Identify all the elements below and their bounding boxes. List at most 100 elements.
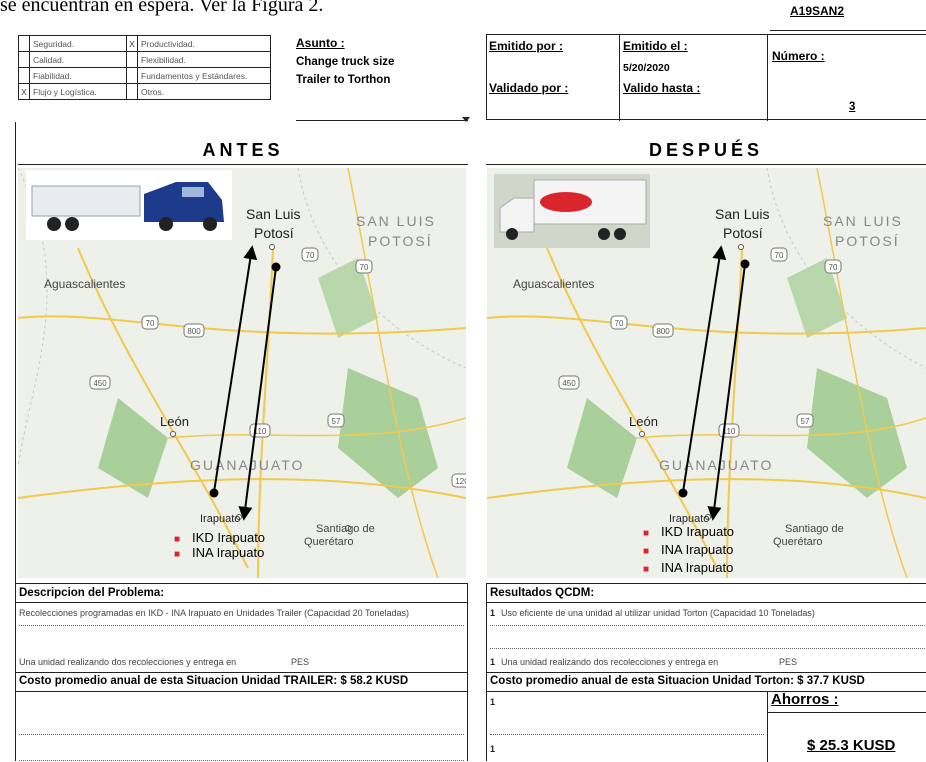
- shield-number: 70: [360, 263, 369, 272]
- highway-shield: 450: [558, 375, 580, 390]
- route-origin-dot: [740, 259, 750, 269]
- highway-shield: 800: [183, 323, 205, 338]
- issuer-block: Emitido por : Emitido el : 5/20/2020 Val…: [486, 34, 926, 121]
- state-label: GUANAJUATO: [190, 457, 304, 473]
- shield-number: 70: [146, 319, 155, 328]
- category-label: Seguridad.: [29, 35, 127, 52]
- despues-map: 70 70 70 800 450 110 57 San Luis Potosí …: [487, 168, 926, 578]
- divider: [487, 602, 926, 603]
- category-mark: X: [18, 83, 30, 100]
- highway-shield: 70: [355, 259, 373, 274]
- category-table: Seguridad. X Productividad. Calidad. Fle…: [18, 35, 271, 100]
- truck-wheel: [47, 217, 61, 231]
- highway-shield: 57: [796, 413, 814, 428]
- state-label: SAN LUIS: [823, 213, 903, 229]
- highway-shield: 70: [141, 315, 159, 330]
- highway-shield: 70: [824, 259, 842, 274]
- legend-label: INA Irapuato: [661, 560, 734, 575]
- savings-divider: [767, 691, 768, 762]
- shield-number: 120: [455, 477, 466, 486]
- truck-wheel: [203, 217, 217, 231]
- city-label: Irapuato: [200, 513, 240, 525]
- result-number: 1: [490, 608, 496, 618]
- highway-shield: 450: [89, 375, 111, 390]
- antes-title: ANTES: [202, 140, 284, 160]
- category-row: Calidad. Flexibilidad.: [18, 51, 271, 68]
- category-mark: [126, 67, 138, 84]
- problem-label: Descripcion del Problema:: [19, 587, 165, 599]
- truck-window: [182, 187, 204, 197]
- truck-wheel: [65, 217, 79, 231]
- city-marker: [639, 431, 645, 437]
- city-label: San Luis: [246, 206, 300, 222]
- route-origin-dot: [678, 488, 688, 498]
- category-label: Calidad.: [29, 51, 127, 68]
- divider: [16, 691, 467, 692]
- trailer-truck-svg: [31, 182, 224, 231]
- results-cost: Costo promedio anual de esta Situacion U…: [490, 675, 865, 687]
- divider: [16, 672, 467, 673]
- city-label: Potosí: [723, 225, 763, 241]
- torton-truck-image: [494, 174, 650, 248]
- problem-line: Recolecciones programadas en IKD - INA I…: [19, 608, 410, 618]
- code-underline: [770, 30, 926, 31]
- legend-label: IKD Irapuato: [192, 530, 266, 545]
- highway-shield: 70: [610, 315, 628, 330]
- truck-wheel: [598, 228, 610, 240]
- city-marker: [738, 244, 744, 250]
- shield-number: 450: [562, 379, 576, 388]
- divider: [487, 691, 926, 692]
- category-mark: [18, 51, 30, 68]
- route-arrow: [213, 245, 258, 493]
- result-line: Uso eficiente de una unidad al utilizar …: [501, 608, 815, 618]
- category-mark: X: [126, 35, 138, 52]
- city-label: Querétaro: [304, 536, 354, 548]
- state-label: SAN LUIS: [356, 213, 436, 229]
- category-label: Flujo y Logística.: [29, 83, 127, 100]
- dotted-line: [19, 625, 464, 626]
- result-number: 1: [490, 657, 496, 667]
- dotted-line: [19, 734, 464, 735]
- asunto-block: Asunto : Change truck size Trailer to To…: [296, 34, 468, 121]
- highway-shield: 57: [327, 413, 345, 428]
- highway-shield: 70: [301, 247, 319, 262]
- divider: [16, 602, 467, 603]
- city-marker: [170, 431, 176, 437]
- legend-label: INA Irapuato: [192, 545, 265, 560]
- results-section: Resultados QCDM: 1 Uso eficiente de una …: [486, 583, 926, 762]
- shield-number: 57: [801, 417, 810, 426]
- state-label: POTOSÍ: [835, 233, 900, 249]
- highway-shield: 70: [770, 247, 788, 262]
- savings-label: Ahorros :: [771, 691, 839, 708]
- bullet-icon: ■: [174, 549, 181, 560]
- legend-item: ■ IKD Irapuato: [174, 530, 265, 545]
- problem-line: Una unidad realizando dos recolecciones …: [19, 657, 237, 667]
- asunto-label: Asunto :: [296, 36, 345, 50]
- shield-number: 57: [332, 417, 341, 426]
- result-line: Una unidad realizando dos recolecciones …: [501, 657, 719, 667]
- document-code: A19SAN2: [790, 4, 845, 18]
- dotted-line: [490, 625, 926, 626]
- legend-item: ■ INA Irapuato: [643, 542, 734, 560]
- result-number: 1: [490, 744, 496, 754]
- category-mark: [126, 83, 138, 100]
- truck-wheel: [506, 228, 518, 240]
- shield-number: 450: [93, 379, 107, 388]
- legend-label: IKD Irapuato: [661, 524, 735, 539]
- category-mark: [126, 51, 138, 68]
- validado-por-label: Validado por :: [489, 81, 569, 95]
- city-label: Aguascalientes: [44, 277, 125, 291]
- city-label: León: [629, 414, 658, 429]
- despues-title-rule: [486, 164, 926, 165]
- result-line-suffix: PES: [779, 657, 798, 667]
- category-label: Otros.: [137, 83, 271, 100]
- category-row: X Flujo y Logística. Otros.: [18, 83, 271, 100]
- results-label: Resultados QCDM:: [490, 587, 595, 599]
- emitido-el-label: Emitido el :: [623, 39, 688, 53]
- trailer-box: [31, 185, 141, 217]
- city-label: Santiago de: [785, 523, 844, 535]
- state-border: [766, 168, 926, 369]
- city-label: Querétaro: [773, 536, 823, 548]
- highway-road: [257, 247, 274, 578]
- highway-road: [18, 315, 466, 335]
